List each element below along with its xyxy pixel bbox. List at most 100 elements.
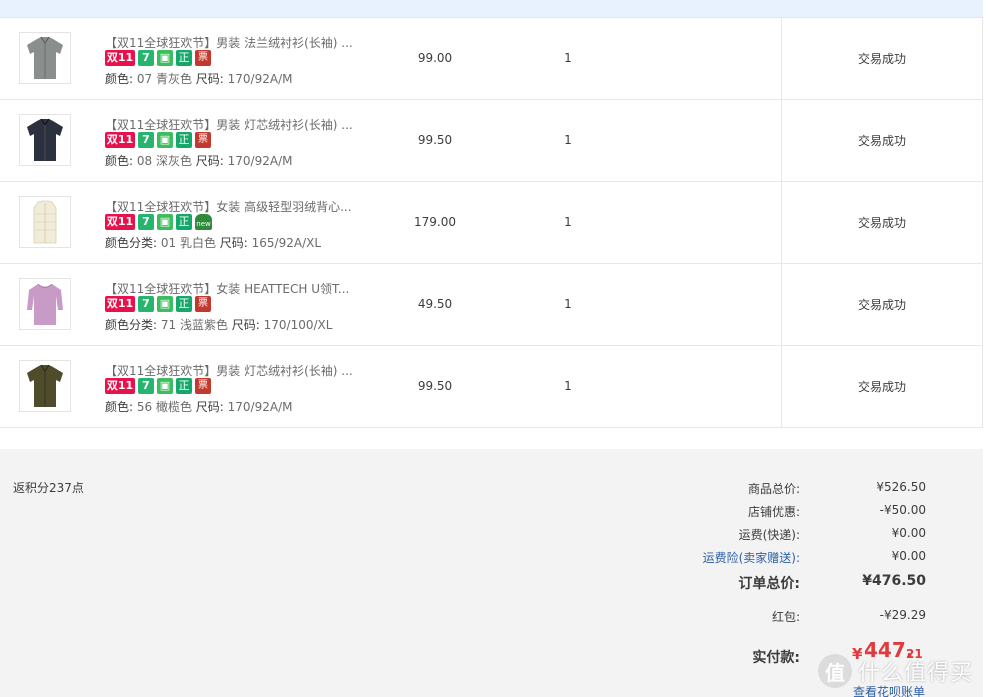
color-label: 颜色: <box>105 72 137 86</box>
product-title[interactable]: 【双11全球狂欢节】男装 灯芯绒衬衫(长袖) ... <box>105 116 355 133</box>
trade-status: 交易成功 <box>857 216 906 230</box>
quantity: 1 <box>564 379 572 393</box>
product-title[interactable]: 【双11全球狂欢节】女装 HEATTECH U领T... <box>105 280 355 297</box>
quantity: 1 <box>564 215 572 229</box>
color-value: 07 青灰色 <box>136 72 192 86</box>
invoice-badge[interactable]: 票 <box>195 50 211 66</box>
quantity: 1 <box>564 133 572 147</box>
product-thumbnail[interactable] <box>19 360 71 412</box>
product-thumbnail[interactable] <box>19 278 71 330</box>
shipping-insurance-link[interactable]: 运费险(卖家赠送): <box>703 549 800 566</box>
goods-total-label: 商品总价: <box>747 482 800 496</box>
table-header-strip <box>0 0 983 18</box>
red-packet-value: -¥29.29 <box>879 608 926 622</box>
table-row: 【双11全球狂欢节】男装 灯芯绒衬衫(长袖) ... 双11 7 ▣ 正 票 颜… <box>0 100 983 182</box>
view-huabei-bill-link[interactable]: 查看花呗账单 <box>853 683 925 697</box>
payment-badge-icon[interactable]: ▣ <box>157 378 173 394</box>
seven-day-return-badge[interactable]: 7 <box>138 296 154 312</box>
double11-badge[interactable]: 双11 <box>105 296 135 312</box>
size-label: 尺码: <box>231 318 264 332</box>
size-value: 165/92A/XL <box>251 236 322 250</box>
unit-price: 179.00 <box>414 215 456 229</box>
size-value: 170/92A/M <box>227 154 293 168</box>
service-badges: 双11 7 ▣ 正 票 <box>105 378 211 394</box>
size-label: 尺码: <box>195 72 228 86</box>
order-total-value: ¥476.50 <box>862 573 926 589</box>
invoice-badge[interactable]: 票 <box>195 378 211 394</box>
service-badges: 双11 7 ▣ 正 票 <box>105 296 211 312</box>
payment-badge-icon[interactable]: ▣ <box>157 214 173 230</box>
double11-badge[interactable]: 双11 <box>105 132 135 148</box>
product-thumbnail[interactable] <box>19 32 71 84</box>
service-badges: 双11 7 ▣ 正 票 <box>105 50 211 66</box>
quantity: 1 <box>564 297 572 311</box>
product-thumbnail[interactable] <box>19 114 71 166</box>
shirt-image <box>27 36 63 79</box>
authentic-badge[interactable]: 正 <box>176 378 192 394</box>
shipping-line: 运费(快递): ¥0.00 <box>560 526 926 546</box>
shop-discount-value: -¥50.00 <box>879 503 926 517</box>
invoice-badge[interactable]: 票 <box>195 296 211 312</box>
size-value: 170/100/XL <box>263 318 333 332</box>
shipping-insurance-value: ¥0.00 <box>891 549 926 563</box>
size-label: 尺码: <box>195 154 228 168</box>
size-value: 170/92A/M <box>227 400 293 414</box>
seven-day-return-badge[interactable]: 7 <box>138 214 154 230</box>
unit-price: 49.50 <box>417 297 453 311</box>
double11-badge[interactable]: 双11 <box>105 214 135 230</box>
trade-status: 交易成功 <box>857 134 906 148</box>
payment-badge-icon[interactable]: ▣ <box>157 296 173 312</box>
trade-status: 交易成功 <box>857 298 906 312</box>
color-value: 56 橄榄色 <box>136 400 192 414</box>
product-attributes: 颜色: 07 青灰色 尺码: 170/92A/M <box>105 70 292 87</box>
shirt-image <box>27 364 63 407</box>
order-total-label: 订单总价: <box>738 576 800 592</box>
trade-status: 交易成功 <box>857 380 906 394</box>
size-label: 尺码: <box>219 236 252 250</box>
product-attributes: 颜色: 56 橄榄色 尺码: 170/92A/M <box>105 398 292 415</box>
service-badges: 双11 7 ▣ 正 new <box>105 214 212 230</box>
trade-status: 交易成功 <box>857 52 906 66</box>
points-reward: 返积分237点 <box>13 481 84 495</box>
seven-day-return-badge[interactable]: 7 <box>138 50 154 66</box>
authentic-badge[interactable]: 正 <box>176 296 192 312</box>
shipping-value: ¥0.00 <box>891 526 926 540</box>
product-title[interactable]: 【双11全球狂欢节】女装 高级轻型羽绒背心... <box>105 198 355 215</box>
watermark-logo-icon: 值 <box>818 654 852 688</box>
double11-badge[interactable]: 双11 <box>105 378 135 394</box>
goods-total-line: 商品总价: ¥526.50 <box>560 480 926 500</box>
product-thumbnail[interactable] <box>19 196 71 248</box>
color-label: 颜色: <box>105 400 137 414</box>
new-product-badge[interactable]: new <box>195 214 212 230</box>
authentic-badge[interactable]: 正 <box>176 50 192 66</box>
shop-discount-line: 店铺优惠: -¥50.00 <box>560 503 926 523</box>
size-value: 170/92A/M <box>227 72 293 86</box>
seven-day-return-badge[interactable]: 7 <box>138 378 154 394</box>
authentic-badge[interactable]: 正 <box>176 214 192 230</box>
payment-badge-icon[interactable]: ▣ <box>157 132 173 148</box>
order-total-line: 订单总价: ¥476.50 <box>560 573 926 593</box>
color-label: 颜色: <box>105 154 137 168</box>
seven-day-return-badge[interactable]: 7 <box>138 132 154 148</box>
service-badges: 双11 7 ▣ 正 票 <box>105 132 211 148</box>
quantity: 1 <box>564 51 572 65</box>
double11-badge[interactable]: 双11 <box>105 50 135 66</box>
product-title[interactable]: 【双11全球狂欢节】男装 法兰绒衬衫(长袖) ... <box>105 34 355 51</box>
color-label: 颜色分类: <box>105 318 161 332</box>
color-value: 08 深灰色 <box>136 154 192 168</box>
product-attributes: 颜色分类: 01 乳白色 尺码: 165/92A/XL <box>105 234 321 251</box>
shop-discount-label: 店铺优惠: <box>747 505 800 519</box>
shipping-label: 运费(快递): <box>738 528 800 542</box>
payment-badge-icon[interactable]: ▣ <box>157 50 173 66</box>
invoice-badge[interactable]: 票 <box>195 132 211 148</box>
unit-price: 99.50 <box>417 379 453 393</box>
color-value: 71 浅蓝紫色 <box>160 318 228 332</box>
table-row: 【双11全球狂欢节】男装 灯芯绒衬衫(长袖) ... 双11 7 ▣ 正 票 颜… <box>0 346 983 428</box>
product-attributes: 颜色: 08 深灰色 尺码: 170/92A/M <box>105 152 292 169</box>
shipping-insurance-line: 运费险(卖家赠送): ¥0.00 <box>560 549 926 569</box>
paid-currency: ¥ <box>852 645 863 663</box>
shirt-image <box>27 118 63 161</box>
product-title[interactable]: 【双11全球狂欢节】男装 灯芯绒衬衫(长袖) ... <box>105 362 355 379</box>
authentic-badge[interactable]: 正 <box>176 132 192 148</box>
order-items-list: 【双11全球狂欢节】男装 法兰绒衬衫(长袖) ... 双11 7 ▣ 正 票 颜… <box>0 18 983 428</box>
